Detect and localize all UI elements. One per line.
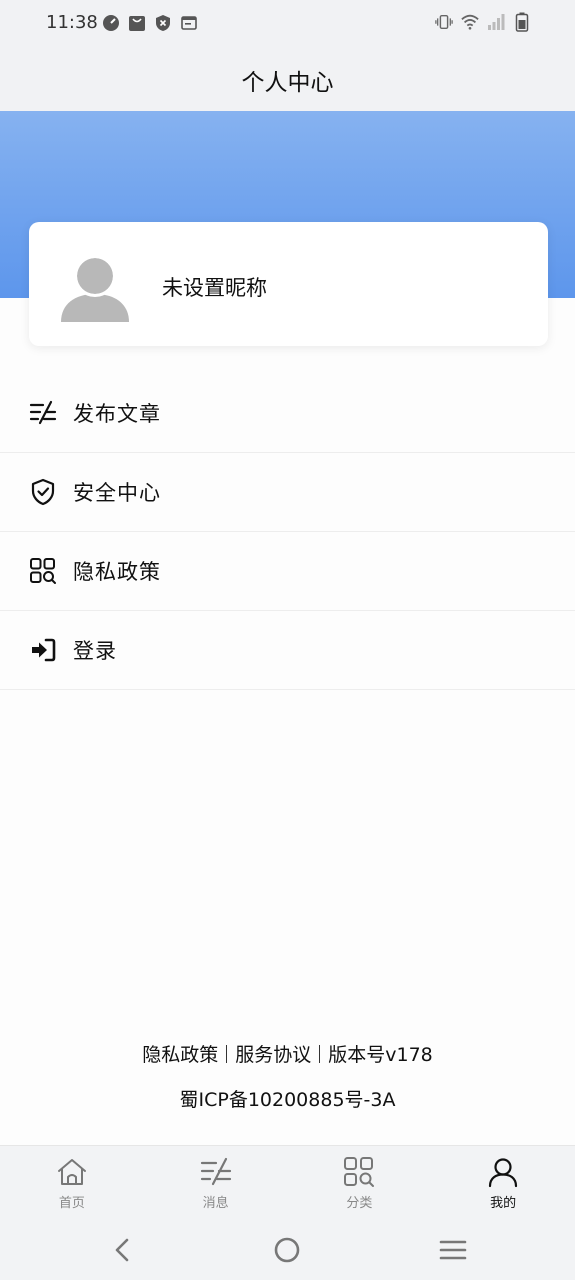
vibrate-icon bbox=[435, 13, 453, 31]
shield-check-icon bbox=[28, 477, 58, 507]
avatar[interactable] bbox=[57, 248, 133, 324]
tab-label: 首页 bbox=[58, 1196, 85, 1211]
grid-search-icon bbox=[28, 556, 58, 586]
footer-link-service-agreement[interactable]: 服务协议 bbox=[235, 1044, 311, 1066]
tab-home[interactable]: 首页 bbox=[0, 1146, 144, 1220]
menu-item-privacy-policy[interactable]: 隐私政策 bbox=[0, 532, 575, 611]
footer-separator bbox=[226, 1045, 228, 1063]
footer-separator bbox=[319, 1045, 321, 1063]
menu-lines-icon[interactable] bbox=[437, 1234, 469, 1266]
menu-item-security-center[interactable]: 安全中心 bbox=[0, 453, 575, 532]
window-icon bbox=[180, 14, 198, 32]
tab-label: 我的 bbox=[490, 1196, 517, 1211]
speedometer-icon bbox=[102, 14, 120, 32]
title-bar: 个人中心 bbox=[0, 48, 575, 111]
menu-list: 发布文章 安全中心 隐私政策 登录 bbox=[0, 374, 575, 690]
menu-item-label: 发布文章 bbox=[73, 402, 161, 426]
menu-item-login[interactable]: 登录 bbox=[0, 611, 575, 690]
menu-item-label: 登录 bbox=[73, 639, 117, 663]
tab-label: 分类 bbox=[346, 1196, 373, 1211]
grid-search-icon bbox=[343, 1156, 375, 1188]
menu-item-label: 隐私政策 bbox=[73, 560, 161, 584]
nickname: 未设置昵称 bbox=[162, 276, 267, 300]
edit-lines-icon bbox=[28, 398, 58, 428]
user-icon bbox=[487, 1156, 519, 1188]
home-circle-icon[interactable] bbox=[271, 1234, 303, 1266]
edit-lines-icon bbox=[200, 1156, 232, 1188]
system-nav-bar bbox=[0, 1220, 575, 1280]
status-icons-right bbox=[435, 12, 531, 32]
back-icon[interactable] bbox=[106, 1234, 138, 1266]
menu-item-publish-article[interactable]: 发布文章 bbox=[0, 374, 575, 453]
page-title: 个人中心 bbox=[241, 69, 334, 96]
status-bar: 11:38 bbox=[0, 0, 575, 48]
footer-link-privacy-policy[interactable]: 隐私政策 bbox=[142, 1044, 218, 1066]
battery-icon bbox=[513, 12, 531, 32]
tab-messages[interactable]: 消息 bbox=[144, 1146, 288, 1220]
profile-card[interactable]: 未设置昵称 bbox=[29, 222, 548, 346]
menu-item-label: 安全中心 bbox=[73, 481, 161, 505]
login-arrow-icon bbox=[28, 635, 58, 665]
shield-x-icon bbox=[154, 14, 172, 32]
icp-record[interactable]: 蜀ICP备10200885号-3A bbox=[0, 1085, 575, 1112]
footer-version: 版本号v178 bbox=[328, 1044, 433, 1066]
bottom-tab-bar: 首页 消息 分类 我的 bbox=[0, 1145, 575, 1220]
default-avatar-icon bbox=[57, 248, 133, 324]
tab-mine[interactable]: 我的 bbox=[431, 1146, 575, 1220]
signal-icon bbox=[487, 13, 505, 31]
status-time: 11:38 bbox=[46, 12, 98, 33]
tab-category[interactable]: 分类 bbox=[288, 1146, 432, 1220]
footer-links: 隐私政策 服务协议 版本号v178 bbox=[0, 1040, 575, 1067]
status-icons-left bbox=[102, 14, 198, 32]
shopping-bag-icon bbox=[128, 14, 146, 32]
home-icon bbox=[56, 1156, 88, 1188]
tab-label: 消息 bbox=[202, 1196, 229, 1211]
wifi-icon bbox=[461, 13, 479, 31]
